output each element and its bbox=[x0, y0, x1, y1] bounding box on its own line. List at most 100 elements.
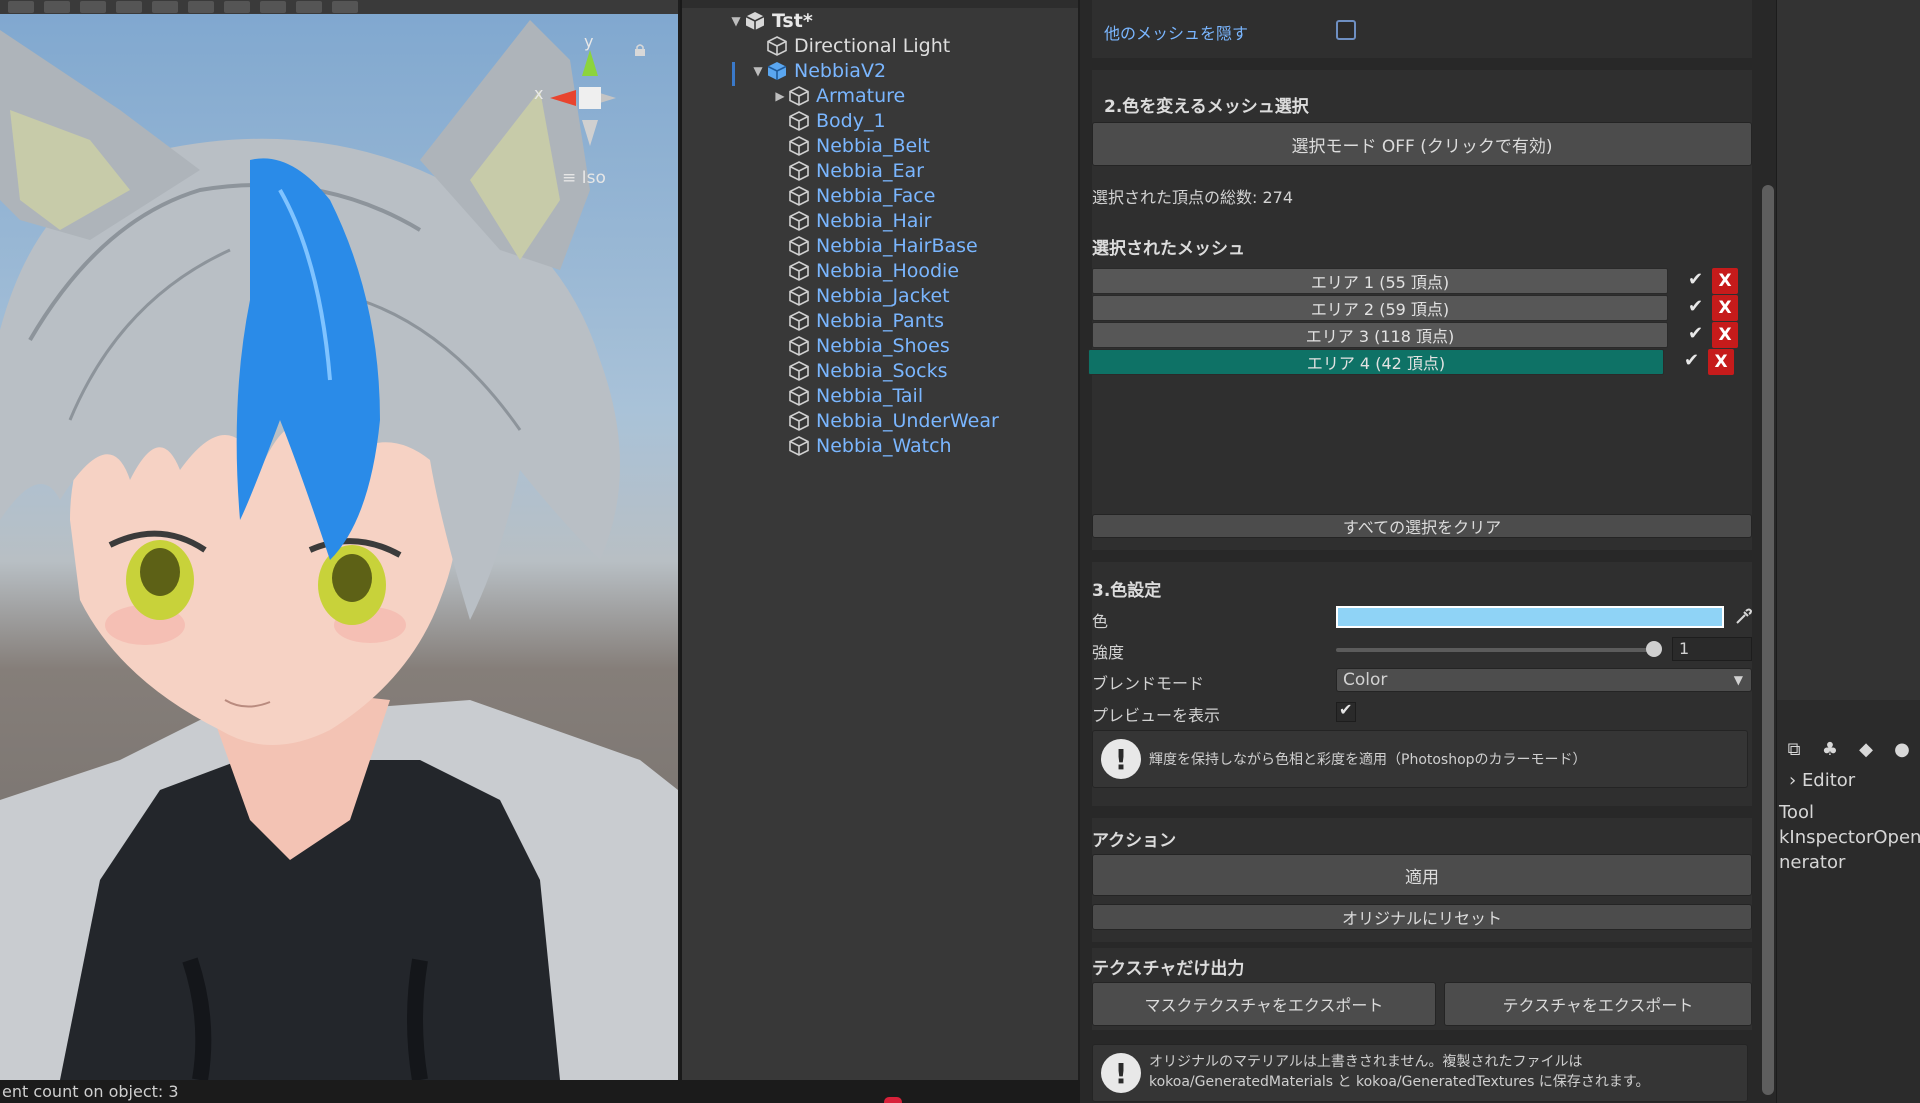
hierarchy-item-label: Nebbia_Tail bbox=[816, 385, 924, 407]
hierarchy-indent-guide bbox=[732, 62, 735, 86]
selected-meshes-title: 選択されたメッシュ bbox=[1092, 239, 1245, 259]
gameobject-icon bbox=[789, 136, 809, 156]
hierarchy-item[interactable]: Nebbia_Face bbox=[772, 184, 935, 208]
hierarchy-item-label: Nebbia_Belt bbox=[816, 135, 930, 157]
delete-area-button[interactable]: X bbox=[1712, 322, 1738, 348]
unity-scene-icon bbox=[745, 12, 765, 30]
selected-meshes-section: 選択されたメッシュ エリア 1 (55 頂点) ✔ X エリア 2 (59 頂点) ✔ X… bbox=[1088, 228, 1752, 550]
area-row: エリア 1 (55 頂点) ✔ X bbox=[1092, 268, 1738, 294]
record-indicator bbox=[884, 1097, 902, 1103]
hierarchy-item-label: Nebbia_HairBase bbox=[816, 235, 978, 257]
gameobject-icon bbox=[789, 411, 809, 431]
hide-meshes-panel: 他のメッシュを隠す bbox=[1092, 0, 1752, 58]
export-mask-texture-button[interactable]: マスクテクスチャをエクスポート bbox=[1092, 982, 1436, 1026]
clear-all-button[interactable]: すべての選択をクリア bbox=[1092, 514, 1752, 538]
total-vertices-text: 選択された頂点の総数: 274 bbox=[1092, 188, 1294, 207]
hierarchy-item[interactable]: Nebbia_UnderWear bbox=[772, 409, 999, 433]
avatar-render bbox=[0, 20, 678, 1080]
check-icon[interactable]: ✔ bbox=[1688, 296, 1703, 317]
hierarchy-item-label: Nebbia_Socks bbox=[816, 360, 948, 382]
hierarchy-item[interactable]: Directional Light bbox=[750, 34, 950, 58]
delete-area-button[interactable]: X bbox=[1708, 349, 1734, 375]
hierarchy-item[interactable]: Nebbia_Belt bbox=[772, 134, 930, 158]
gizmo-x-label: x bbox=[534, 84, 544, 103]
project-panel: ⧉ ♣ ◆ ● › Editor Tool kInspectorOpene ne… bbox=[1776, 0, 1920, 1103]
warning-icon[interactable]: ● bbox=[1891, 738, 1913, 760]
project-toolbar: ⧉ ♣ ◆ ● bbox=[1777, 732, 1920, 766]
gameobject-icon bbox=[789, 286, 809, 306]
hierarchy-item[interactable]: Nebbia_HairBase bbox=[772, 234, 978, 258]
hierarchy-item[interactable]: Nebbia_Tail bbox=[772, 384, 923, 408]
projection-mode: Iso bbox=[581, 168, 606, 188]
hierarchy-item[interactable]: Nebbia_Watch bbox=[772, 434, 952, 458]
info-icon: ! bbox=[1101, 739, 1141, 779]
hierarchy-item[interactable]: Body_1 bbox=[772, 109, 886, 133]
inspector-scrollbar[interactable] bbox=[1762, 185, 1774, 1095]
projection-label[interactable]: ≡ Iso bbox=[562, 168, 606, 188]
inspector-panel: 他のメッシュを隠す 2.色を変えるメッシュ選択 選択モード OFF (クリックで… bbox=[1080, 0, 1776, 1103]
mesh-select-section: 2.色を変えるメッシュ選択 選択モード OFF (クリックで有効) 選択された頂… bbox=[1092, 70, 1752, 230]
check-icon[interactable]: ✔ bbox=[1688, 269, 1703, 290]
lock-icon[interactable] bbox=[634, 44, 646, 56]
gameobject-icon bbox=[789, 186, 809, 206]
delete-area-button[interactable]: X bbox=[1712, 268, 1738, 294]
hide-other-meshes-label: 他のメッシュを隠す bbox=[1104, 24, 1249, 43]
intensity-slider-track[interactable] bbox=[1336, 648, 1660, 652]
actions-title: アクション bbox=[1092, 831, 1177, 851]
reset-original-button[interactable]: オリジナルにリセット bbox=[1092, 904, 1752, 930]
area-row: エリア 2 (59 頂点) ✔ X bbox=[1092, 295, 1738, 321]
scene-view[interactable]: y x ≡ Iso bbox=[0, 0, 678, 1080]
delete-area-button[interactable]: X bbox=[1712, 295, 1738, 321]
hierarchy-item[interactable]: ▼ NebbiaV2 bbox=[750, 59, 886, 83]
hierarchy-item-label: Nebbia_UnderWear bbox=[816, 410, 999, 432]
hierarchy-item-label: Nebbia_Jacket bbox=[816, 285, 950, 307]
chevron-down-icon[interactable]: ▼ bbox=[728, 14, 744, 28]
tag-icon[interactable]: ◆ bbox=[1855, 738, 1877, 760]
area-select-button[interactable]: エリア 3 (118 頂点) bbox=[1092, 322, 1668, 348]
hide-other-meshes-checkbox[interactable] bbox=[1336, 20, 1356, 40]
section3-title: 3.色設定 bbox=[1092, 581, 1162, 601]
intensity-slider-handle[interactable] bbox=[1645, 641, 1662, 657]
orientation-gizmo[interactable]: y x bbox=[520, 30, 620, 150]
color-label: 色 bbox=[1092, 612, 1109, 631]
hierarchy-item[interactable]: Nebbia_Pants bbox=[772, 309, 944, 333]
export-texture-button[interactable]: テクスチャをエクスポート bbox=[1444, 982, 1752, 1026]
selection-mode-button[interactable]: 選択モード OFF (クリックで有効) bbox=[1092, 122, 1752, 166]
preview-checkbox[interactable]: ✔ bbox=[1336, 700, 1356, 722]
hierarchy-item[interactable]: Nebbia_Hoodie bbox=[772, 259, 959, 283]
eyedropper-icon[interactable] bbox=[1734, 608, 1752, 626]
color-field[interactable] bbox=[1336, 606, 1724, 628]
maximize-icon[interactable]: ⧉ bbox=[1783, 738, 1805, 760]
filter-icon[interactable]: ♣ bbox=[1819, 738, 1841, 760]
folder-item-editor[interactable]: › Editor bbox=[1789, 770, 1855, 791]
asset-item[interactable]: Tool bbox=[1779, 802, 1814, 823]
area-select-button[interactable]: エリア 4 (42 頂点) bbox=[1088, 349, 1664, 375]
gameobject-icon bbox=[789, 111, 809, 131]
hierarchy-item[interactable]: ▶ Armature bbox=[772, 84, 905, 108]
gameobject-icon bbox=[789, 261, 809, 281]
hierarchy-header bbox=[682, 0, 1078, 8]
asset-item[interactable]: kInspectorOpene bbox=[1779, 827, 1920, 848]
hierarchy-item[interactable]: Nebbia_Hair bbox=[772, 209, 931, 233]
asset-item[interactable]: nerator bbox=[1779, 852, 1845, 873]
check-icon: ✔ bbox=[1339, 700, 1353, 719]
area-select-button[interactable]: エリア 1 (55 頂点) bbox=[1092, 268, 1668, 294]
editor-window: y x ≡ Iso ▼ Tst* Directional Light ▼ NebbiaV… bbox=[0, 0, 1920, 1103]
hierarchy-item[interactable]: Nebbia_Jacket bbox=[772, 284, 950, 308]
output-info-line2: kokoa/GeneratedMaterials と kokoa/Generat… bbox=[1149, 1074, 1650, 1090]
folder-label: Editor bbox=[1801, 770, 1856, 791]
hierarchy-scene-root[interactable]: ▼ Tst* bbox=[728, 9, 812, 33]
hierarchy-item[interactable]: Nebbia_Shoes bbox=[772, 334, 950, 358]
status-bar: ent count on object: 3 bbox=[0, 1080, 1080, 1103]
blend-mode-dropdown[interactable]: Color ▼ bbox=[1336, 668, 1752, 692]
hierarchy-item[interactable]: Nebbia_Ear bbox=[772, 159, 924, 183]
color-settings-section: 3.色設定 色 強度 1 ブレンドモード Color ▼ プレビューを表示 ✔ … bbox=[1092, 562, 1752, 806]
apply-button[interactable]: 適用 bbox=[1092, 854, 1752, 896]
chevron-right-icon[interactable]: ▶ bbox=[772, 89, 788, 103]
intensity-input[interactable]: 1 bbox=[1672, 637, 1752, 661]
chevron-down-icon[interactable]: ▼ bbox=[750, 64, 766, 78]
check-icon[interactable]: ✔ bbox=[1684, 350, 1699, 371]
hierarchy-item[interactable]: Nebbia_Socks bbox=[772, 359, 947, 383]
check-icon[interactable]: ✔ bbox=[1688, 323, 1703, 344]
area-select-button[interactable]: エリア 2 (59 頂点) bbox=[1092, 295, 1668, 321]
